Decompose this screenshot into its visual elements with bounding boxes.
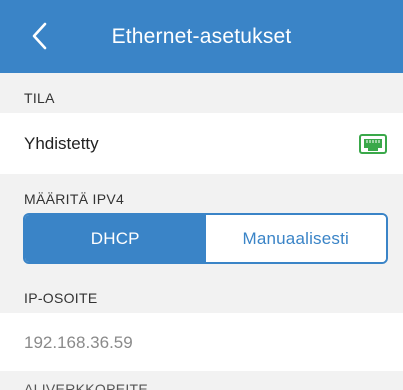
ethernet-settings-screen: Ethernet-asetukset TILA Yhdistetty MÄÄRI… bbox=[0, 0, 403, 390]
manual-option[interactable]: Manuaalisesti bbox=[205, 215, 386, 262]
connection-status-value: Yhdistetty bbox=[24, 134, 99, 153]
header-bar: Ethernet-asetukset bbox=[0, 0, 403, 73]
dhcp-option[interactable]: DHCP bbox=[25, 215, 206, 262]
subnet-mask-section-label: ALIVERKKOPEITE bbox=[24, 381, 149, 390]
ethernet-port-icon bbox=[359, 134, 387, 154]
status-row: Yhdistetty bbox=[0, 113, 403, 174]
ipv4-mode-segmented-control: DHCP Manuaalisesti bbox=[23, 213, 388, 264]
ip-address-value: 192.168.36.59 bbox=[24, 333, 133, 352]
ipv4-section-label: MÄÄRITÄ IPV4 bbox=[24, 191, 125, 207]
ip-address-section-label: IP-OSOITE bbox=[24, 290, 98, 306]
ip-address-row: 192.168.36.59 bbox=[0, 313, 403, 371]
status-section-label: TILA bbox=[24, 90, 55, 106]
page-title: Ethernet-asetukset bbox=[111, 25, 292, 48]
